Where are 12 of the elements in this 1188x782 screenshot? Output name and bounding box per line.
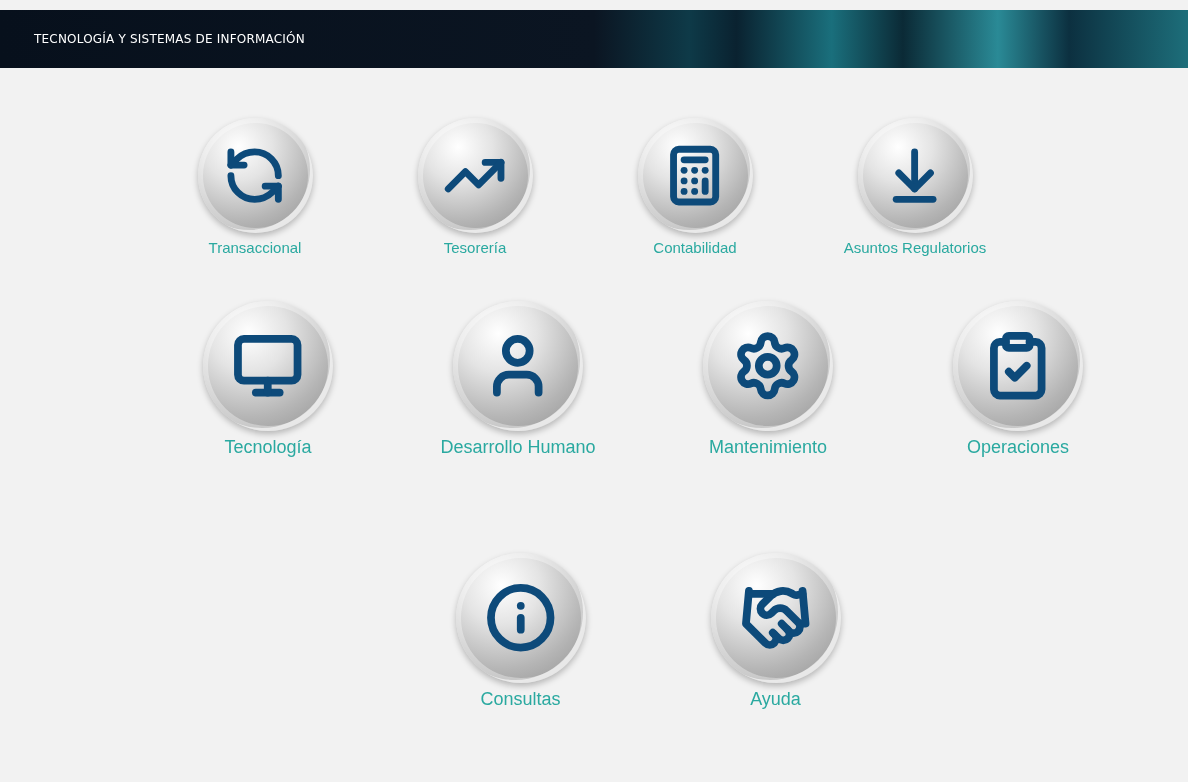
- module-label[interactable]: Mantenimiento: [708, 437, 828, 458]
- module-label[interactable]: Contabilidad: [653, 239, 737, 256]
- module-label[interactable]: Asuntos Regulatorios: [843, 239, 987, 256]
- module-label[interactable]: Transaccional: [208, 239, 302, 256]
- module-label[interactable]: Ayuda: [750, 689, 801, 710]
- module-label[interactable]: Tesorería: [443, 239, 507, 256]
- module-label[interactable]: Operaciones: [966, 437, 1070, 458]
- module-label[interactable]: Desarrollo Humano: [440, 437, 596, 458]
- info-icon: [484, 582, 557, 654]
- module-label[interactable]: Tecnología: [224, 437, 312, 458]
- module-label[interactable]: Consultas: [480, 689, 561, 710]
- header-title: TECNOLOGÍA Y SISTEMAS DE INFORMACIÓN: [34, 32, 305, 46]
